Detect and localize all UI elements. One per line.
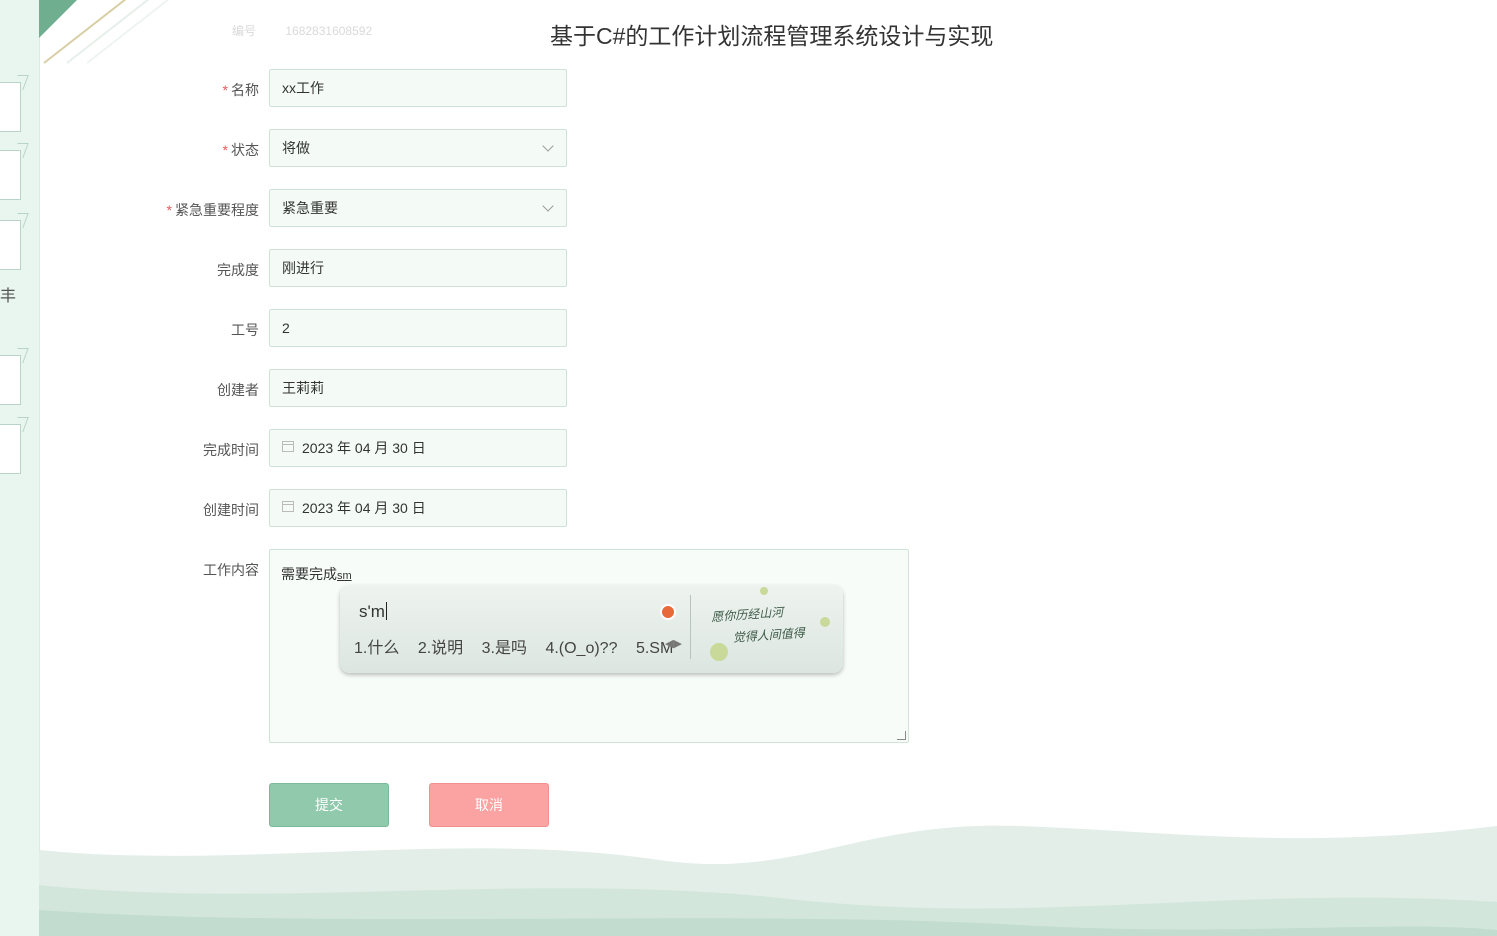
required-mark: * xyxy=(222,142,228,158)
calendar-icon xyxy=(282,440,294,452)
background-hills xyxy=(39,825,1497,936)
document-icon xyxy=(0,82,21,132)
faded-header-label: 编号 xyxy=(232,24,257,38)
employee-no-label: 工号 xyxy=(231,322,259,338)
ime-candidate-window: s'm 1.什么 2.说明 3.是吗 4.(O_o)?? 5.SM ◀▶ 愿你历… xyxy=(340,585,843,673)
priority-label: * 紧急重要程度 xyxy=(109,200,259,220)
creator-value: 王莉莉 xyxy=(282,380,324,396)
ime-logo-icon[interactable] xyxy=(660,604,676,620)
ime-skin-line: 觉得人间值得 xyxy=(732,625,806,645)
name-value: xx工作 xyxy=(282,80,324,96)
rail-glyph: 丰 xyxy=(0,288,17,305)
document-icon xyxy=(0,150,21,200)
ime-input-text: s'm xyxy=(359,602,385,621)
ime-candidates: 1.什么 2.说明 3.是吗 4.(O_o)?? 5.SM xyxy=(354,634,687,658)
faded-header: 编号 1682831608592 xyxy=(232,22,398,39)
create-time-label: 创建时间 xyxy=(203,502,259,518)
chevron-down-icon xyxy=(542,140,554,152)
corner-decoration xyxy=(39,0,169,70)
chevron-down-icon xyxy=(542,200,554,212)
name-label: * 名称 xyxy=(109,80,259,100)
status-select[interactable]: 将做 xyxy=(269,129,567,167)
content-composing: sm xyxy=(337,570,352,582)
ime-input: s'm xyxy=(359,602,387,622)
faded-header-value: 1682831608592 xyxy=(285,24,373,38)
document-icon xyxy=(0,424,21,474)
create-time-value: 2023 年 04 月 30 日 xyxy=(302,500,426,516)
ime-page-arrows-icon[interactable]: ◀▶ xyxy=(665,637,682,650)
ime-skin-art: 愿你历经山河 觉得人间值得 xyxy=(711,600,806,650)
left-rail: 丰 xyxy=(0,0,40,936)
required-mark: * xyxy=(166,202,172,218)
priority-select[interactable]: 紧急重要 xyxy=(269,189,567,227)
status-value: 将做 xyxy=(282,140,310,156)
employee-no-value: 2 xyxy=(282,320,290,336)
required-mark: * xyxy=(222,82,228,98)
finish-time-label: 完成时间 xyxy=(203,442,259,458)
progress-input[interactable]: 刚进行 xyxy=(269,249,567,287)
ime-candidate[interactable]: 4.(O_o)?? xyxy=(545,640,617,657)
create-time-picker[interactable]: 2023 年 04 月 30 日 xyxy=(269,489,567,527)
status-label: * 状态 xyxy=(109,140,259,160)
content-value: 需要完成 xyxy=(281,566,337,582)
content-label: 工作内容 xyxy=(203,562,259,578)
ime-candidate[interactable]: 2.说明 xyxy=(418,640,463,657)
creator-input[interactable]: 王莉莉 xyxy=(269,369,567,407)
ime-candidate[interactable]: 3.是吗 xyxy=(482,640,527,657)
page-title: 基于C#的工作计划流程管理系统设计与实现 xyxy=(550,23,994,49)
ime-candidate[interactable]: 1.什么 xyxy=(354,640,399,657)
finish-time-picker[interactable]: 2023 年 04 月 30 日 xyxy=(269,429,567,467)
employee-no-input[interactable]: 2 xyxy=(269,309,567,347)
document-icon xyxy=(0,220,21,270)
name-input[interactable]: xx工作 xyxy=(269,69,567,107)
finish-time-value: 2023 年 04 月 30 日 xyxy=(302,440,426,456)
priority-label-text: 紧急重要程度 xyxy=(175,202,259,218)
calendar-icon xyxy=(282,500,294,512)
priority-value: 紧急重要 xyxy=(282,200,338,216)
status-label-text: 状态 xyxy=(231,142,259,158)
document-icon xyxy=(0,355,21,405)
resize-handle-icon[interactable] xyxy=(897,731,906,740)
progress-label: 完成度 xyxy=(217,262,259,278)
progress-value: 刚进行 xyxy=(282,260,324,276)
name-label-text: 名称 xyxy=(231,82,259,98)
creator-label: 创建者 xyxy=(217,382,259,398)
